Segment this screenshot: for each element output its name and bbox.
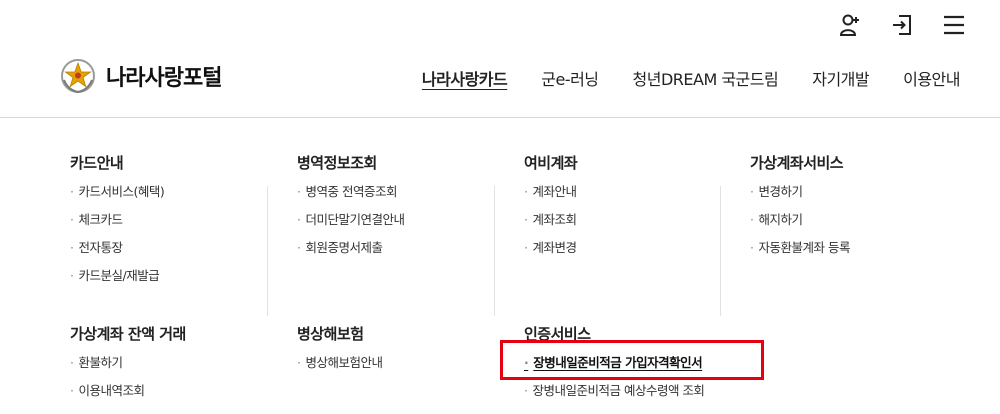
- menu-item-card-lost[interactable]: 카드분실/재발급: [70, 268, 294, 296]
- logo-text: 나라사랑포털: [106, 66, 222, 91]
- menu-item-virtual-cancel[interactable]: 해지하기: [750, 212, 974, 240]
- nav-usage-guide[interactable]: 이용안내: [903, 66, 960, 90]
- menu-title-virtual: 가상계좌서비스: [750, 154, 844, 172]
- menu-title-travel: 여비계좌: [524, 154, 578, 172]
- menu-col-insurance: 병상해보험 병상해보험안내: [295, 323, 521, 383]
- highlight-box: [500, 340, 764, 380]
- menu-title-balance: 가상계좌 잔액 거래: [70, 325, 186, 343]
- menu-col-virtual: 가상계좌서비스 변경하기 해지하기 자동환불계좌 등록: [720, 152, 974, 316]
- army-emblem-icon: [61, 59, 95, 94]
- menu-item-savings-expected-amount[interactable]: 장병내일준비적금 예상수령액 조회: [524, 383, 748, 411]
- menu-item-e-passbook[interactable]: 전자통장: [70, 240, 294, 268]
- menu-col-card: 카드안내 카드서비스(혜택) 체크카드 전자통장 카드분실/재발급: [68, 152, 294, 296]
- menu-title-card: 카드안내: [70, 154, 124, 172]
- menu-item-refund[interactable]: 환불하기: [70, 355, 294, 383]
- menu-col-military: 병역정보조회 병역중 전역증조회 더미단말기연결안내 회원증명서제출: [267, 152, 521, 316]
- site-header: 나라사랑포털 나라사랑카드 군e-러닝 청년DREAM 국군드림 자기개발 이용…: [0, 54, 1000, 98]
- menu-item-virtual-change[interactable]: 변경하기: [750, 184, 974, 212]
- header-divider: [0, 117, 1000, 118]
- menu-item-terminal-guide[interactable]: 더미단말기연결안내: [297, 212, 521, 240]
- menu-item-refund-register[interactable]: 자동환불계좌 등록: [750, 240, 974, 268]
- menu-item-account-guide[interactable]: 계좌안내: [524, 184, 748, 212]
- menu-title-insurance: 병상해보험: [297, 325, 364, 343]
- menu-item-check-card[interactable]: 체크카드: [70, 212, 294, 240]
- menu-item-insurance-guide[interactable]: 병상해보험안내: [297, 355, 521, 383]
- menu-title-military: 병역정보조회: [297, 154, 377, 172]
- menu-item-usage-history[interactable]: 이용내역조회: [70, 383, 294, 411]
- menu-item-account-change[interactable]: 계좌변경: [524, 240, 748, 268]
- menu-item-discharge-lookup[interactable]: 병역중 전역증조회: [297, 184, 521, 212]
- nav-youth-dream[interactable]: 청년DREAM 국군드림: [633, 66, 779, 90]
- utility-bar: [838, 12, 966, 38]
- menu-col-travel: 여비계좌 계좌안내 계좌조회 계좌변경: [494, 152, 748, 316]
- hamburger-menu-icon[interactable]: [942, 12, 966, 38]
- nav-naraSarang-card[interactable]: 나라사랑카드: [422, 66, 508, 90]
- main-nav: 나라사랑카드 군e-러닝 청년DREAM 국군드림 자기개발 이용안내: [422, 66, 961, 90]
- login-icon[interactable]: [890, 12, 914, 38]
- nav-self-development[interactable]: 자기개발: [812, 66, 869, 90]
- menu-col-balance: 가상계좌 잔액 거래 환불하기 이용내역조회: [68, 323, 294, 411]
- nav-military-elearning[interactable]: 군e-러닝: [541, 66, 599, 90]
- site-logo[interactable]: 나라사랑포털: [58, 56, 222, 96]
- menu-item-member-cert[interactable]: 회원증명서제출: [297, 240, 521, 268]
- menu-item-account-lookup[interactable]: 계좌조회: [524, 212, 748, 240]
- menu-item-card-service[interactable]: 카드서비스(혜택): [70, 184, 294, 212]
- user-plus-icon[interactable]: [838, 12, 862, 38]
